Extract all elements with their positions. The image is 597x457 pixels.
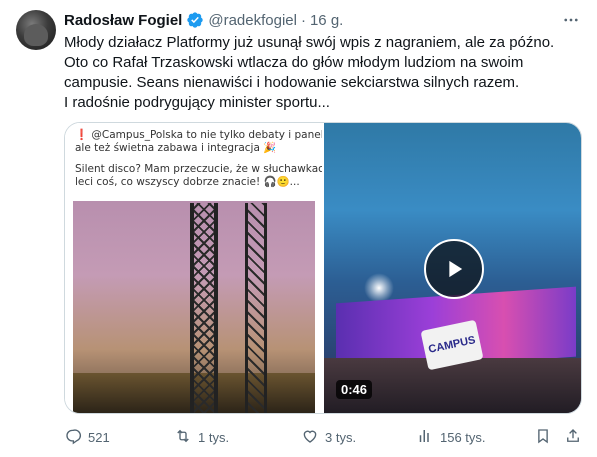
reply-count: 521 bbox=[88, 429, 110, 445]
tweet-text-line: I radośnie podrygujący minister sportu..… bbox=[64, 94, 330, 111]
bookmark-button[interactable] bbox=[534, 427, 552, 448]
like-icon bbox=[301, 427, 319, 448]
tweet-text-line: campusie. Seans nienawiści i hodowanie s… bbox=[64, 74, 520, 91]
views-icon bbox=[416, 427, 434, 448]
caption-line: ale też świetna zabawa i integracja 🎉 bbox=[75, 142, 277, 154]
play-icon[interactable] bbox=[424, 239, 484, 299]
author-avatar[interactable] bbox=[16, 10, 56, 50]
like-count: 3 tys. bbox=[325, 429, 357, 445]
video-thumbnail[interactable]: CAMPUS 0:46 bbox=[324, 123, 581, 413]
tweet-time[interactable]: 16 g. bbox=[310, 12, 343, 29]
tweet-actions: 521 1 tys. 3 tys. 156 tys. bbox=[64, 424, 582, 450]
embedded-caption: ❗ @Campus_Polska to nie tylko debaty i p… bbox=[75, 129, 322, 189]
tweet-text-line: Oto co Rafał Trzaskowski wtlacza do głów… bbox=[64, 54, 524, 71]
truss-tower bbox=[190, 203, 218, 413]
stage-light bbox=[364, 273, 394, 303]
separator-dot: · bbox=[300, 11, 306, 29]
video-duration: 0:46 bbox=[336, 380, 373, 399]
share-icon bbox=[564, 427, 582, 448]
tweet-media[interactable]: ❗ @Campus_Polska to nie tylko debaty i p… bbox=[64, 122, 582, 414]
tweet-text-line: Młody działacz Platformy już usunął swój… bbox=[64, 34, 555, 51]
views-button[interactable]: 156 tys. bbox=[416, 427, 486, 448]
retweet-button[interactable]: 1 tys. bbox=[174, 427, 229, 448]
caption-line: ❗ @Campus_Polska to nie tylko debaty i p… bbox=[75, 129, 322, 141]
bookmark-icon bbox=[534, 427, 552, 448]
like-button[interactable]: 3 tys. bbox=[301, 427, 356, 448]
more-icon[interactable] bbox=[561, 10, 581, 30]
reply-icon bbox=[64, 427, 82, 448]
author-name[interactable]: Radosław Fogiel bbox=[64, 12, 182, 29]
retweet-icon bbox=[174, 427, 192, 448]
author-handle[interactable]: @radekfogiel bbox=[208, 12, 297, 29]
tweet-text: Młody działacz Platformy już usunął swój… bbox=[64, 33, 584, 113]
retweet-count: 1 tys. bbox=[198, 429, 230, 445]
share-button[interactable] bbox=[564, 427, 582, 448]
tweet-header: Radosław Fogiel @radekfogiel · 16 g. bbox=[64, 9, 343, 31]
caption-line: Silent disco? Mam przeczucie, że w słuch… bbox=[75, 163, 322, 175]
verified-badge-icon bbox=[186, 11, 204, 29]
views-count: 156 tys. bbox=[440, 429, 486, 445]
caption-line: leci coś, co wszyscy dobrze znacie! 🎧🙂..… bbox=[75, 176, 300, 188]
reply-button[interactable]: 521 bbox=[64, 427, 110, 448]
media-left-image[interactable]: ❗ @Campus_Polska to nie tylko debaty i p… bbox=[65, 123, 322, 413]
truss-tower bbox=[245, 203, 267, 413]
